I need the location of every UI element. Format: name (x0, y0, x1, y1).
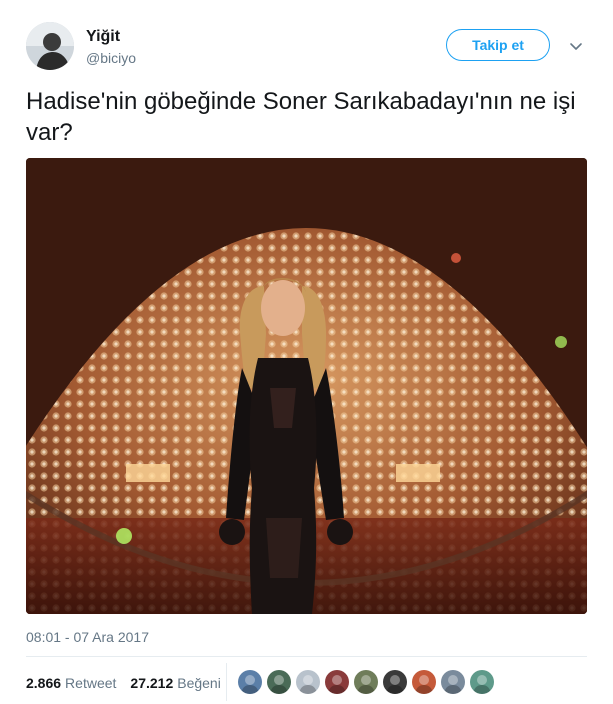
liker-avatar[interactable] (296, 670, 320, 694)
photo-image (26, 158, 587, 614)
liker-avatar[interactable] (441, 670, 465, 694)
like-count: 27.212 (130, 675, 174, 691)
stats-separator (226, 663, 227, 701)
liker-avatar[interactable] (470, 670, 494, 694)
username[interactable]: @biciyo (86, 50, 136, 66)
divider (26, 656, 587, 657)
chevron-down-icon[interactable] (568, 38, 584, 54)
retweet-stat[interactable]: 2.866 Retweet (26, 675, 116, 691)
liker-avatar[interactable] (238, 670, 262, 694)
liker-avatar[interactable] (383, 670, 407, 694)
retweet-label: Retweet (65, 675, 117, 691)
tweet-text: Hadise'nin göbeğinde Soner Sarıkabadayı'… (26, 88, 576, 146)
like-label: Beğeni (177, 675, 221, 691)
retweet-count: 2.866 (26, 675, 62, 691)
liker-avatar[interactable] (354, 670, 378, 694)
like-stat[interactable]: 27.212 Beğeni (130, 675, 220, 691)
display-name[interactable]: Yiğit (86, 28, 120, 46)
follow-button[interactable]: Takip et (446, 29, 550, 61)
tweet-timestamp[interactable]: 08:01 - 07 Ara 2017 (26, 629, 149, 645)
user-avatar-icon (26, 22, 74, 70)
liker-avatar[interactable] (325, 670, 349, 694)
avatar[interactable] (26, 22, 74, 70)
tweet-card: Yiğit @biciyo Takip et Hadise'nin göbeği… (0, 0, 613, 704)
liker-avatar[interactable] (267, 670, 291, 694)
tweet-photo[interactable] (26, 158, 587, 614)
tweet-stats: 2.866 Retweet 27.212 Beğeni (26, 665, 235, 701)
liker-avatars (238, 670, 499, 694)
liker-avatar[interactable] (412, 670, 436, 694)
